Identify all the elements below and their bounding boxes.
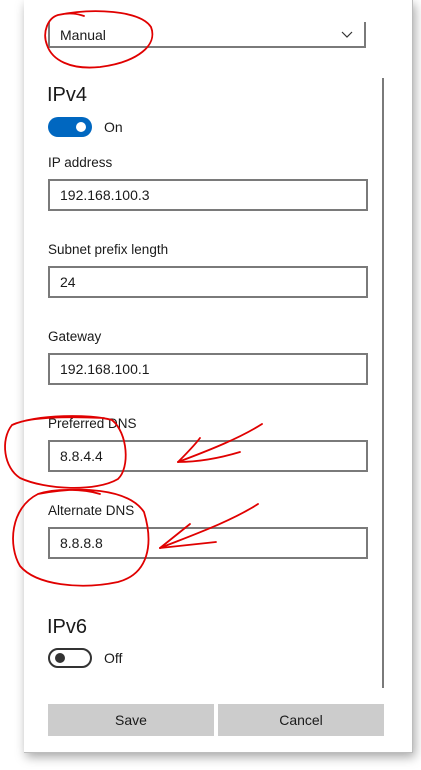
ip-settings-mode-dropdown[interactable]: Manual — [48, 22, 366, 48]
ipv4-toggle-label: On — [104, 119, 123, 135]
toggle-knob — [55, 653, 65, 663]
scrollbar[interactable] — [382, 78, 384, 688]
gateway-input[interactable]: 192.168.100.1 — [48, 353, 368, 385]
edit-ip-settings-dialog: Manual IPv4 On IP address 192.168.100.3 … — [24, 0, 413, 753]
ipv4-title: IPv4 — [47, 84, 88, 106]
ip-address-input[interactable]: 192.168.100.3 — [48, 179, 368, 211]
subnet-prefix-length-label: Subnet prefix length — [48, 242, 169, 257]
ipv4-toggle[interactable] — [48, 117, 92, 137]
save-button[interactable]: Save — [48, 704, 214, 736]
ip-address-label: IP address — [48, 155, 113, 170]
cancel-button[interactable]: Cancel — [218, 704, 384, 736]
toggle-knob — [76, 122, 86, 132]
preferred-dns-input[interactable]: 8.8.4.4 — [48, 440, 368, 472]
gateway-label: Gateway — [48, 329, 102, 344]
preferred-dns-label: Preferred DNS — [48, 416, 137, 431]
alternate-dns-label: Alternate DNS — [48, 503, 135, 518]
ipv6-toggle[interactable] — [48, 648, 92, 668]
chevron-down-icon — [341, 31, 353, 38]
alternate-dns-input[interactable]: 8.8.8.8 — [48, 527, 368, 559]
ipv6-toggle-label: Off — [104, 650, 123, 666]
ip-settings-mode-value: Manual — [60, 27, 106, 43]
ipv6-title: IPv6 — [47, 616, 88, 638]
subnet-prefix-length-input[interactable]: 24 — [48, 266, 368, 298]
